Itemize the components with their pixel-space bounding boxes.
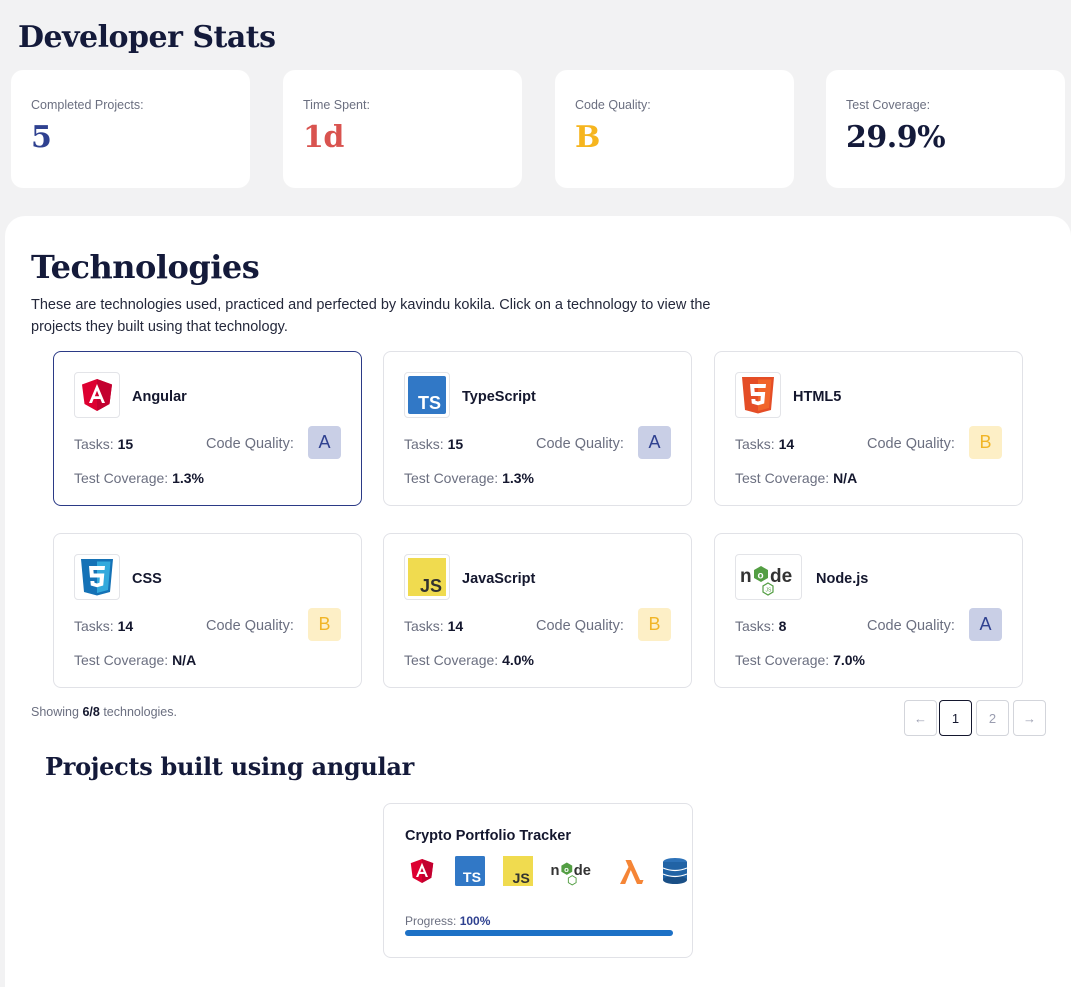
- tech-card-html5[interactable]: HTML5 Tasks: 14 Code Quality: B Test Cov…: [714, 351, 1023, 506]
- technologies-title: Technologies: [31, 248, 260, 286]
- pagination-page-1[interactable]: 1: [939, 700, 972, 736]
- html5-icon: [735, 372, 781, 418]
- stat-card-time-spent: Time Spent: 1d: [283, 70, 522, 188]
- tech-card-css[interactable]: CSS Tasks: 14 Code Quality: B Test Cover…: [53, 533, 362, 688]
- tech-tasks: Tasks: 15: [404, 436, 464, 452]
- nodejs-icon: n o de JS: [735, 554, 802, 600]
- code-quality-grade: A: [638, 426, 671, 459]
- pagination-page-2[interactable]: 2: [976, 700, 1009, 736]
- code-quality-label: Code Quality:: [867, 436, 955, 452]
- stat-card-completed-projects: Completed Projects: 5: [11, 70, 250, 188]
- stat-value: B: [575, 120, 600, 155]
- progress-bar: [405, 930, 673, 936]
- tech-tasks: Tasks: 14: [404, 618, 464, 634]
- tech-name: HTML5: [793, 389, 842, 405]
- javascript-icon: JS: [501, 854, 535, 888]
- code-quality-grade: A: [308, 426, 341, 459]
- svg-text:JS: JS: [512, 871, 529, 886]
- tech-name: TypeScript: [462, 389, 536, 405]
- tech-card-nodejs[interactable]: n o de JS Node.js Tasks: 8 Code Quality: A …: [714, 533, 1023, 688]
- stat-value: 5: [31, 120, 52, 155]
- stat-card-test-coverage: Test Coverage: 29.9%: [826, 70, 1065, 188]
- arrow-left-icon: ←: [914, 710, 927, 726]
- svg-text:o: o: [757, 571, 763, 582]
- tech-tasks: Tasks: 15: [74, 436, 134, 452]
- tech-test-coverage: Test Coverage: 1.3%: [74, 470, 204, 486]
- svg-text:o: o: [564, 865, 569, 874]
- css3-icon: [74, 554, 120, 600]
- projects-title: Projects built using angular: [45, 752, 414, 781]
- stat-label: Time Spent:: [303, 98, 370, 112]
- javascript-icon: JS: [404, 554, 450, 600]
- page-title: Developer Stats: [18, 20, 276, 55]
- code-quality-label: Code Quality:: [536, 618, 624, 634]
- code-quality-grade: B: [638, 608, 671, 641]
- tech-name: CSS: [132, 571, 162, 587]
- code-quality-label: Code Quality:: [867, 618, 955, 634]
- tech-tasks: Tasks: 8: [735, 618, 787, 634]
- dynamodb-icon: [662, 854, 692, 888]
- angular-icon: [405, 854, 439, 888]
- tech-name: Angular: [132, 389, 187, 405]
- tech-card-javascript[interactable]: JS JavaScript Tasks: 14 Code Quality: B …: [383, 533, 692, 688]
- tech-tasks: Tasks: 14: [74, 618, 134, 634]
- svg-text:JS: JS: [420, 576, 442, 596]
- tech-tasks: Tasks: 14: [735, 436, 795, 452]
- pagination-prev-button[interactable]: ←: [904, 700, 937, 736]
- tech-test-coverage: Test Coverage: N/A: [74, 652, 197, 668]
- stat-label: Completed Projects:: [31, 98, 144, 112]
- showing-count: Showing 6/8 technologies.: [31, 705, 177, 719]
- project-name: Crypto Portfolio Tracker: [405, 828, 571, 844]
- svg-text:TS: TS: [463, 870, 481, 886]
- stat-label: Code Quality:: [575, 98, 651, 112]
- tech-name: JavaScript: [462, 571, 536, 587]
- typescript-icon: TS: [453, 854, 487, 888]
- code-quality-label: Code Quality:: [536, 436, 624, 452]
- code-quality-grade: A: [969, 608, 1002, 641]
- tech-card-typescript[interactable]: TS TypeScript Tasks: 15 Code Quality: A …: [383, 351, 692, 506]
- svg-text:de: de: [770, 566, 792, 587]
- arrow-right-icon: →: [1023, 710, 1036, 726]
- svg-text:TS: TS: [418, 393, 441, 413]
- technologies-description: These are technologies used, practiced a…: [31, 297, 711, 335]
- tech-card-angular[interactable]: Angular Tasks: 15 Code Quality: A Test C…: [53, 351, 362, 506]
- tech-test-coverage: Test Coverage: 7.0%: [735, 652, 865, 668]
- stat-label: Test Coverage:: [846, 98, 931, 112]
- typescript-icon: TS: [404, 372, 450, 418]
- progress-label: Progress: 100%: [405, 914, 491, 928]
- code-quality-label: Code Quality:: [206, 436, 294, 452]
- svg-text:JS: JS: [765, 588, 772, 594]
- stat-value: 29.9%: [846, 120, 946, 155]
- stat-value: 1d: [303, 120, 344, 155]
- code-quality-grade: B: [308, 608, 341, 641]
- stat-card-code-quality: Code Quality: B: [555, 70, 794, 188]
- nodejs-icon: n o de: [549, 854, 597, 888]
- angular-icon: [74, 372, 120, 418]
- code-quality-grade: B: [969, 426, 1002, 459]
- progress-bar-fill: [405, 930, 673, 936]
- aws-lambda-icon: [614, 854, 648, 888]
- tech-test-coverage: Test Coverage: 4.0%: [404, 652, 534, 668]
- code-quality-label: Code Quality:: [206, 618, 294, 634]
- svg-text:n: n: [551, 863, 560, 879]
- svg-text:n: n: [740, 566, 752, 587]
- tech-test-coverage: Test Coverage: N/A: [735, 470, 858, 486]
- svg-text:de: de: [574, 863, 591, 879]
- project-card[interactable]: Crypto Portfolio Tracker TS JS n o de Prog…: [383, 803, 693, 958]
- tech-name: Node.js: [816, 571, 869, 587]
- tech-test-coverage: Test Coverage: 1.3%: [404, 470, 534, 486]
- pagination-next-button[interactable]: →: [1013, 700, 1046, 736]
